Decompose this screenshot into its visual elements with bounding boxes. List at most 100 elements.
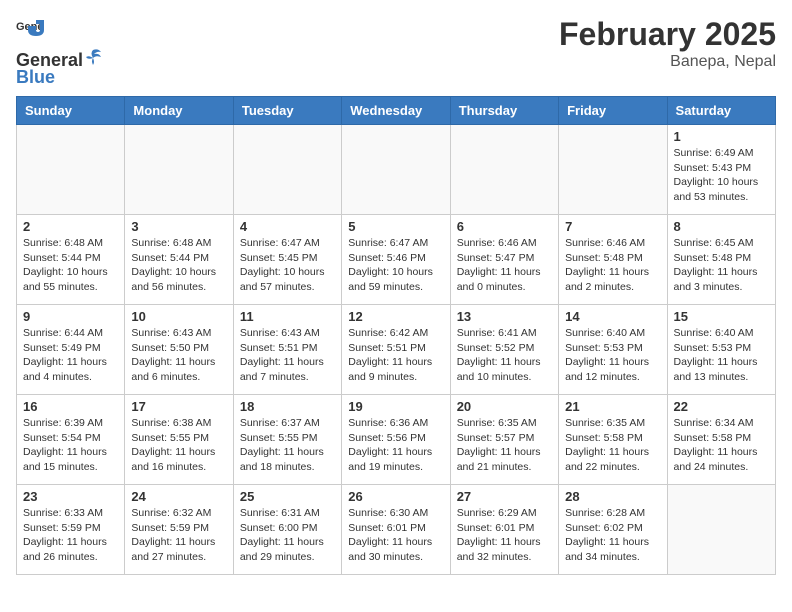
calendar-day-cell [450, 125, 558, 215]
calendar-day-cell: 7 Sunrise: 6:46 AM Sunset: 5:48 PM Daylig… [559, 215, 667, 305]
calendar-day-cell [667, 485, 775, 575]
calendar-day-cell: 5Sunrise: 6:47 AM Sunset: 5:46 PM Daylig… [342, 215, 450, 305]
day-number: 16 [23, 399, 118, 414]
calendar-day-cell [17, 125, 125, 215]
calendar-day-cell: 22 Sunrise: 6:34 AM Sunset: 5:58 PM Dayli… [667, 395, 775, 485]
day-info: Sunrise: 6:30 AM Sunset: 6:01 PM Dayligh… [348, 506, 443, 565]
calendar-day-cell: 4 Sunrise: 6:47 AM Sunset: 5:45 PM Daylig… [233, 215, 341, 305]
calendar-day-cell: 13 Sunrise: 6:41 AM Sunset: 5:52 PM Dayli… [450, 305, 558, 395]
day-number: 12 [348, 309, 443, 324]
day-info: Sunrise: 6:32 AM Sunset: 5:59 PM Dayligh… [131, 506, 226, 565]
day-number: 21 [565, 399, 660, 414]
day-number: 19 [348, 399, 443, 414]
day-info: Sunrise: 6:33 AM Sunset: 5:59 PM Dayligh… [23, 506, 118, 565]
day-number: 24 [131, 489, 226, 504]
calendar-day-cell: 14 Sunrise: 6:40 AM Sunset: 5:53 PM Dayli… [559, 305, 667, 395]
day-info: Sunrise: 6:39 AM Sunset: 5:54 PM Dayligh… [23, 416, 118, 475]
day-info: Sunrise: 6:46 AM Sunset: 5:48 PM Dayligh… [565, 236, 660, 295]
day-info: Sunrise: 6:48 AM Sunset: 5:44 PM Dayligh… [131, 236, 226, 295]
weekday-header: Monday [125, 97, 233, 125]
day-number: 4 [240, 219, 335, 234]
day-number: 28 [565, 489, 660, 504]
day-number: 20 [457, 399, 552, 414]
day-number: 7 [565, 219, 660, 234]
day-info: Sunrise: 6:42 AM Sunset: 5:51 PM Dayligh… [348, 326, 443, 385]
day-info: Sunrise: 6:40 AM Sunset: 5:53 PM Dayligh… [674, 326, 769, 385]
calendar-day-cell: 24 Sunrise: 6:32 AM Sunset: 5:59 PM Dayli… [125, 485, 233, 575]
location-subtitle: Banepa, Nepal [559, 53, 776, 71]
day-info: Sunrise: 6:38 AM Sunset: 5:55 PM Dayligh… [131, 416, 226, 475]
day-info: Sunrise: 6:37 AM Sunset: 5:55 PM Dayligh… [240, 416, 335, 475]
calendar-table: SundayMondayTuesdayWednesdayThursdayFrid… [16, 96, 776, 575]
calendar-week-row: 23Sunrise: 6:33 AM Sunset: 5:59 PM Dayli… [17, 485, 776, 575]
weekday-header: Wednesday [342, 97, 450, 125]
calendar-week-row: 1 Sunrise: 6:49 AM Sunset: 5:43 PM Daylig… [17, 125, 776, 215]
calendar-day-cell: 27 Sunrise: 6:29 AM Sunset: 6:01 PM Dayli… [450, 485, 558, 575]
day-info: Sunrise: 6:49 AM Sunset: 5:43 PM Dayligh… [674, 146, 769, 205]
day-info: Sunrise: 6:36 AM Sunset: 5:56 PM Dayligh… [348, 416, 443, 475]
calendar-day-cell: 20 Sunrise: 6:35 AM Sunset: 5:57 PM Dayli… [450, 395, 558, 485]
calendar-week-row: 2 Sunrise: 6:48 AM Sunset: 5:44 PM Daylig… [17, 215, 776, 305]
calendar-day-cell: 16 Sunrise: 6:39 AM Sunset: 5:54 PM Dayli… [17, 395, 125, 485]
day-number: 9 [23, 309, 118, 324]
calendar-day-cell [125, 125, 233, 215]
calendar-day-cell: 28Sunrise: 6:28 AM Sunset: 6:02 PM Dayli… [559, 485, 667, 575]
day-number: 25 [240, 489, 335, 504]
calendar-day-cell [342, 125, 450, 215]
calendar-day-cell: 10Sunrise: 6:43 AM Sunset: 5:50 PM Dayli… [125, 305, 233, 395]
weekday-header: Tuesday [233, 97, 341, 125]
day-number: 10 [131, 309, 226, 324]
day-number: 17 [131, 399, 226, 414]
day-number: 6 [457, 219, 552, 234]
weekday-header: Thursday [450, 97, 558, 125]
day-number: 1 [674, 129, 769, 144]
day-number: 26 [348, 489, 443, 504]
weekday-header: Saturday [667, 97, 775, 125]
weekday-header: Friday [559, 97, 667, 125]
calendar-header-row: SundayMondayTuesdayWednesdayThursdayFrid… [17, 97, 776, 125]
calendar-day-cell: 19 Sunrise: 6:36 AM Sunset: 5:56 PM Dayli… [342, 395, 450, 485]
calendar-day-cell: 26 Sunrise: 6:30 AM Sunset: 6:01 PM Dayli… [342, 485, 450, 575]
logo-bird-icon [84, 48, 102, 66]
day-number: 27 [457, 489, 552, 504]
day-number: 2 [23, 219, 118, 234]
calendar-day-cell: 3 Sunrise: 6:48 AM Sunset: 5:44 PM Daylig… [125, 215, 233, 305]
calendar-week-row: 9 Sunrise: 6:44 AM Sunset: 5:49 PM Daylig… [17, 305, 776, 395]
day-info: Sunrise: 6:43 AM Sunset: 5:51 PM Dayligh… [240, 326, 335, 385]
day-number: 13 [457, 309, 552, 324]
calendar-day-cell: 25 Sunrise: 6:31 AM Sunset: 6:00 PM Dayli… [233, 485, 341, 575]
day-number: 14 [565, 309, 660, 324]
calendar-day-cell: 17 Sunrise: 6:38 AM Sunset: 5:55 PM Dayli… [125, 395, 233, 485]
day-info: Sunrise: 6:29 AM Sunset: 6:01 PM Dayligh… [457, 506, 552, 565]
day-number: 15 [674, 309, 769, 324]
day-info: Sunrise: 6:35 AM Sunset: 5:57 PM Dayligh… [457, 416, 552, 475]
day-info: Sunrise: 6:34 AM Sunset: 5:58 PM Dayligh… [674, 416, 769, 475]
day-info: Sunrise: 6:44 AM Sunset: 5:49 PM Dayligh… [23, 326, 118, 385]
day-info: Sunrise: 6:46 AM Sunset: 5:47 PM Dayligh… [457, 236, 552, 295]
calendar-day-cell: 6 Sunrise: 6:46 AM Sunset: 5:47 PM Daylig… [450, 215, 558, 305]
calendar-day-cell: 23Sunrise: 6:33 AM Sunset: 5:59 PM Dayli… [17, 485, 125, 575]
day-info: Sunrise: 6:47 AM Sunset: 5:46 PM Dayligh… [348, 236, 443, 295]
day-info: Sunrise: 6:31 AM Sunset: 6:00 PM Dayligh… [240, 506, 335, 565]
day-number: 8 [674, 219, 769, 234]
day-info: Sunrise: 6:41 AM Sunset: 5:52 PM Dayligh… [457, 326, 552, 385]
calendar-day-cell: 12 Sunrise: 6:42 AM Sunset: 5:51 PM Dayli… [342, 305, 450, 395]
calendar-day-cell: 9 Sunrise: 6:44 AM Sunset: 5:49 PM Daylig… [17, 305, 125, 395]
calendar-day-cell: 18 Sunrise: 6:37 AM Sunset: 5:55 PM Dayli… [233, 395, 341, 485]
calendar-day-cell: 21 Sunrise: 6:35 AM Sunset: 5:58 PM Dayli… [559, 395, 667, 485]
weekday-header: Sunday [17, 97, 125, 125]
day-info: Sunrise: 6:47 AM Sunset: 5:45 PM Dayligh… [240, 236, 335, 295]
day-number: 22 [674, 399, 769, 414]
calendar-day-cell [559, 125, 667, 215]
day-number: 18 [240, 399, 335, 414]
month-title: February 2025 [559, 16, 776, 53]
logo-icon: General [16, 16, 44, 44]
calendar-week-row: 16 Sunrise: 6:39 AM Sunset: 5:54 PM Dayli… [17, 395, 776, 485]
calendar-day-cell: 8Sunrise: 6:45 AM Sunset: 5:48 PM Daylig… [667, 215, 775, 305]
day-number: 3 [131, 219, 226, 234]
day-number: 11 [240, 309, 335, 324]
logo: General General Blue [16, 16, 103, 88]
day-info: Sunrise: 6:35 AM Sunset: 5:58 PM Dayligh… [565, 416, 660, 475]
calendar-day-cell: 15 Sunrise: 6:40 AM Sunset: 5:53 PM Dayli… [667, 305, 775, 395]
day-info: Sunrise: 6:40 AM Sunset: 5:53 PM Dayligh… [565, 326, 660, 385]
